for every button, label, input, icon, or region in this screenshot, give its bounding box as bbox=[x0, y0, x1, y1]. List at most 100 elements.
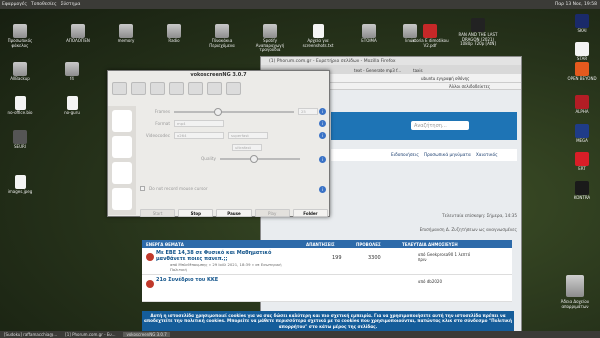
desktop-icon-ert[interactable]: ERT bbox=[562, 152, 600, 172]
player-icon[interactable] bbox=[112, 136, 132, 158]
menu-system[interactable]: Σύστημα bbox=[59, 2, 83, 7]
desktop-icon-mega[interactable]: MEGA bbox=[562, 124, 600, 144]
desktop-icon-movie[interactable]: RAN AND THE LAST DRAGON (2021) 1080p 720… bbox=[456, 18, 500, 47]
trash-icon bbox=[566, 275, 584, 297]
desktop-icon-trash[interactable]: Άδεια Δοχείου απορριμάτων bbox=[560, 275, 590, 309]
misc-tab-icon[interactable] bbox=[169, 82, 184, 95]
desktop-icon-f4[interactable]: f4 bbox=[52, 62, 92, 82]
pause-button[interactable]: Pause bbox=[216, 209, 252, 217]
taskbar-item-vokoscreen[interactable]: vokoscreenNG 3.0.7 bbox=[123, 332, 170, 337]
user-menu[interactable]: Χαιατικός bbox=[476, 153, 498, 158]
desktop-icon-seuri[interactable]: SEURI bbox=[0, 130, 40, 150]
other-bookmarks[interactable]: Άλλοι σελιδοδείκτες bbox=[449, 84, 490, 89]
stop-button[interactable]: Stop bbox=[178, 209, 214, 217]
quality-info-icon[interactable]: i bbox=[319, 156, 326, 163]
tv-logo-icon bbox=[575, 95, 589, 109]
menu-places[interactable]: Τοποθεσίες bbox=[29, 2, 59, 7]
desktop-icon-skai[interactable]: SKAI bbox=[562, 14, 600, 34]
topic-icon bbox=[146, 253, 154, 261]
file-icon bbox=[66, 96, 78, 110]
desktop-icon-etoima[interactable]: EΤΟΙΜΑ bbox=[349, 24, 389, 44]
play-button[interactable]: Play bbox=[254, 209, 290, 217]
desktop-icon-spotify[interactable]: Spotify Αναπαραγωγή τραγούδια bbox=[250, 24, 290, 53]
folder-button[interactable]: Folder bbox=[292, 209, 329, 217]
folder-icon bbox=[119, 24, 133, 38]
image-file-icon bbox=[14, 175, 26, 189]
desktop-icon-kontra[interactable]: KONTRA bbox=[562, 181, 600, 201]
start-button[interactable]: Start bbox=[140, 209, 176, 217]
tab-taxis[interactable]: taxis bbox=[410, 67, 426, 74]
quality-slider[interactable] bbox=[219, 154, 300, 163]
format-select[interactable]: mp4 bbox=[174, 120, 224, 127]
topic-icon bbox=[146, 280, 154, 288]
format-row: Format mp4 i bbox=[140, 120, 328, 127]
clock[interactable]: Παρ 13 Νοε, 19:58 bbox=[555, 2, 597, 7]
mark-read-link[interactable]: Επισήμανση Δ. Ζυζητήσεων ως αναγνωσμένες bbox=[331, 227, 517, 232]
table-row[interactable]: Με ΕΒΕ 14,38 σε Φυσικό και Μαθηματικό μα… bbox=[142, 248, 512, 275]
tv-logo-icon bbox=[575, 42, 589, 56]
desktop-icon-radio[interactable]: Radio bbox=[154, 24, 194, 44]
audio-tab-icon[interactable] bbox=[150, 82, 165, 95]
magnifier-icon[interactable] bbox=[112, 162, 132, 184]
desktop-icon-no-office[interactable]: no-office.bio bbox=[0, 96, 40, 116]
desktop-icon-contents[interactable]: Πίνακάκια Περιεχόμενα bbox=[202, 24, 242, 48]
desktop-icon-memory[interactable]: memory bbox=[106, 24, 146, 44]
frames-row: Frames 25 i bbox=[140, 107, 328, 116]
tab-text-generate[interactable]: text - Generate mp3 f... bbox=[351, 67, 404, 74]
app-icon bbox=[13, 130, 27, 144]
frames-value[interactable]: 25 bbox=[298, 108, 318, 115]
desktop-icon-text-file[interactable]: Αρχεία για screenshots.txt bbox=[298, 24, 338, 48]
tv-logo-icon bbox=[575, 181, 589, 195]
tv-logo-icon bbox=[575, 14, 589, 28]
mouse-cursor-checkbox[interactable] bbox=[140, 186, 145, 191]
active-topics: ΕΝΕΡΓΑ ΘΕΜΑΤΑ ΑΠΑΝΤΗΣΕΙΣ ΠΡΟΒΟΛΕΣ ΤΕΛΕΥΤ… bbox=[142, 240, 512, 302]
desktop-icon-star[interactable]: STAR bbox=[562, 42, 600, 62]
preset-select[interactable]: superfast bbox=[228, 132, 268, 139]
quality-knob[interactable] bbox=[249, 154, 258, 163]
desktop-icon-allbackup[interactable]: AllBackup bbox=[0, 62, 40, 82]
last-visit: Τελευταία επίσκεψη: Σήμερα, 14:35 bbox=[442, 213, 517, 218]
notifications-link[interactable]: Ειδοποιήσεις bbox=[391, 153, 419, 158]
menu-applications[interactable]: Εφαρμογές bbox=[0, 2, 29, 7]
quality-row: Quality i bbox=[140, 154, 328, 163]
frames-slider[interactable] bbox=[174, 107, 294, 116]
bottom-panel: [Sudoku] raffamacchia@... [1] Phorum.com… bbox=[0, 331, 600, 338]
timer-tab-icon[interactable] bbox=[188, 82, 203, 95]
frames-info-icon[interactable]: i bbox=[319, 108, 326, 115]
desktop-icon-images[interactable]: images.jpeg bbox=[0, 175, 40, 195]
folder-icon bbox=[13, 24, 27, 38]
frames-knob[interactable] bbox=[214, 107, 222, 116]
format-info-icon[interactable]: i bbox=[319, 120, 326, 127]
vokoscreen-title: vokoscreenNG 3.0.7 bbox=[190, 72, 247, 78]
webcam-icon[interactable] bbox=[112, 110, 132, 132]
private-messages-link[interactable]: Προσωπικά μηνύματα bbox=[424, 153, 471, 158]
file-icon bbox=[14, 96, 26, 110]
videocodec-select[interactable]: x264 bbox=[174, 132, 224, 139]
site-search-input[interactable]: Αναζήτηση… bbox=[411, 121, 469, 130]
url-bar[interactable]: ubuntu εγγραφή οθόνης bbox=[421, 76, 470, 81]
desktop-icon-alpha[interactable]: ALPHA bbox=[562, 95, 600, 115]
desktop-icon-apologies[interactable]: ΑΠΟΛΟΓΙΕΝ bbox=[58, 24, 98, 44]
info-tab-icon[interactable] bbox=[207, 82, 222, 95]
vokoscreen-window: vokoscreenNG 3.0.7 Frames 25 i Format mp… bbox=[107, 70, 330, 217]
screen-tab-icon[interactable] bbox=[112, 82, 127, 95]
linux-tab-icon[interactable] bbox=[226, 82, 241, 95]
taskbar-item-firefox[interactable]: [1] Phorum.com.gr - Ευ... bbox=[65, 332, 115, 337]
folder-icon bbox=[167, 24, 181, 38]
table-row[interactable]: 21ο Συνέδριο του ΚΚΕ από db2020 bbox=[142, 275, 512, 302]
vokoscreen-controls: Start Stop Pause Play Folder bbox=[140, 209, 329, 217]
desktop-icon-pdf[interactable]: istoria E dimotikou V2.pdf bbox=[410, 24, 450, 48]
folder-icon bbox=[362, 24, 376, 38]
speed-select[interactable]: ultrafast bbox=[232, 144, 262, 151]
videocodec-info-icon[interactable]: i bbox=[319, 132, 326, 139]
desktop-icon-home[interactable]: Προσωπικός φάκελος bbox=[0, 24, 40, 48]
showclick-icon[interactable] bbox=[112, 188, 132, 210]
video-settings-panel: Frames 25 i Format mp4 i Videocodec x264… bbox=[140, 106, 328, 206]
tv-logo-icon bbox=[575, 152, 589, 166]
video-tab-icon[interactable] bbox=[131, 82, 146, 95]
desktop-icon-open[interactable]: OPEN BEYOND bbox=[562, 62, 600, 82]
taskbar-item-sudoku[interactable]: [Sudoku] raffamacchia@... bbox=[4, 332, 57, 337]
top-panel: Εφαρμογές Τοποθεσίες Σύστημα Παρ 13 Νοε,… bbox=[0, 0, 600, 9]
mouse-info-icon[interactable]: i bbox=[319, 186, 326, 193]
desktop-icon-no-guru[interactable]: no-guru bbox=[52, 96, 92, 116]
